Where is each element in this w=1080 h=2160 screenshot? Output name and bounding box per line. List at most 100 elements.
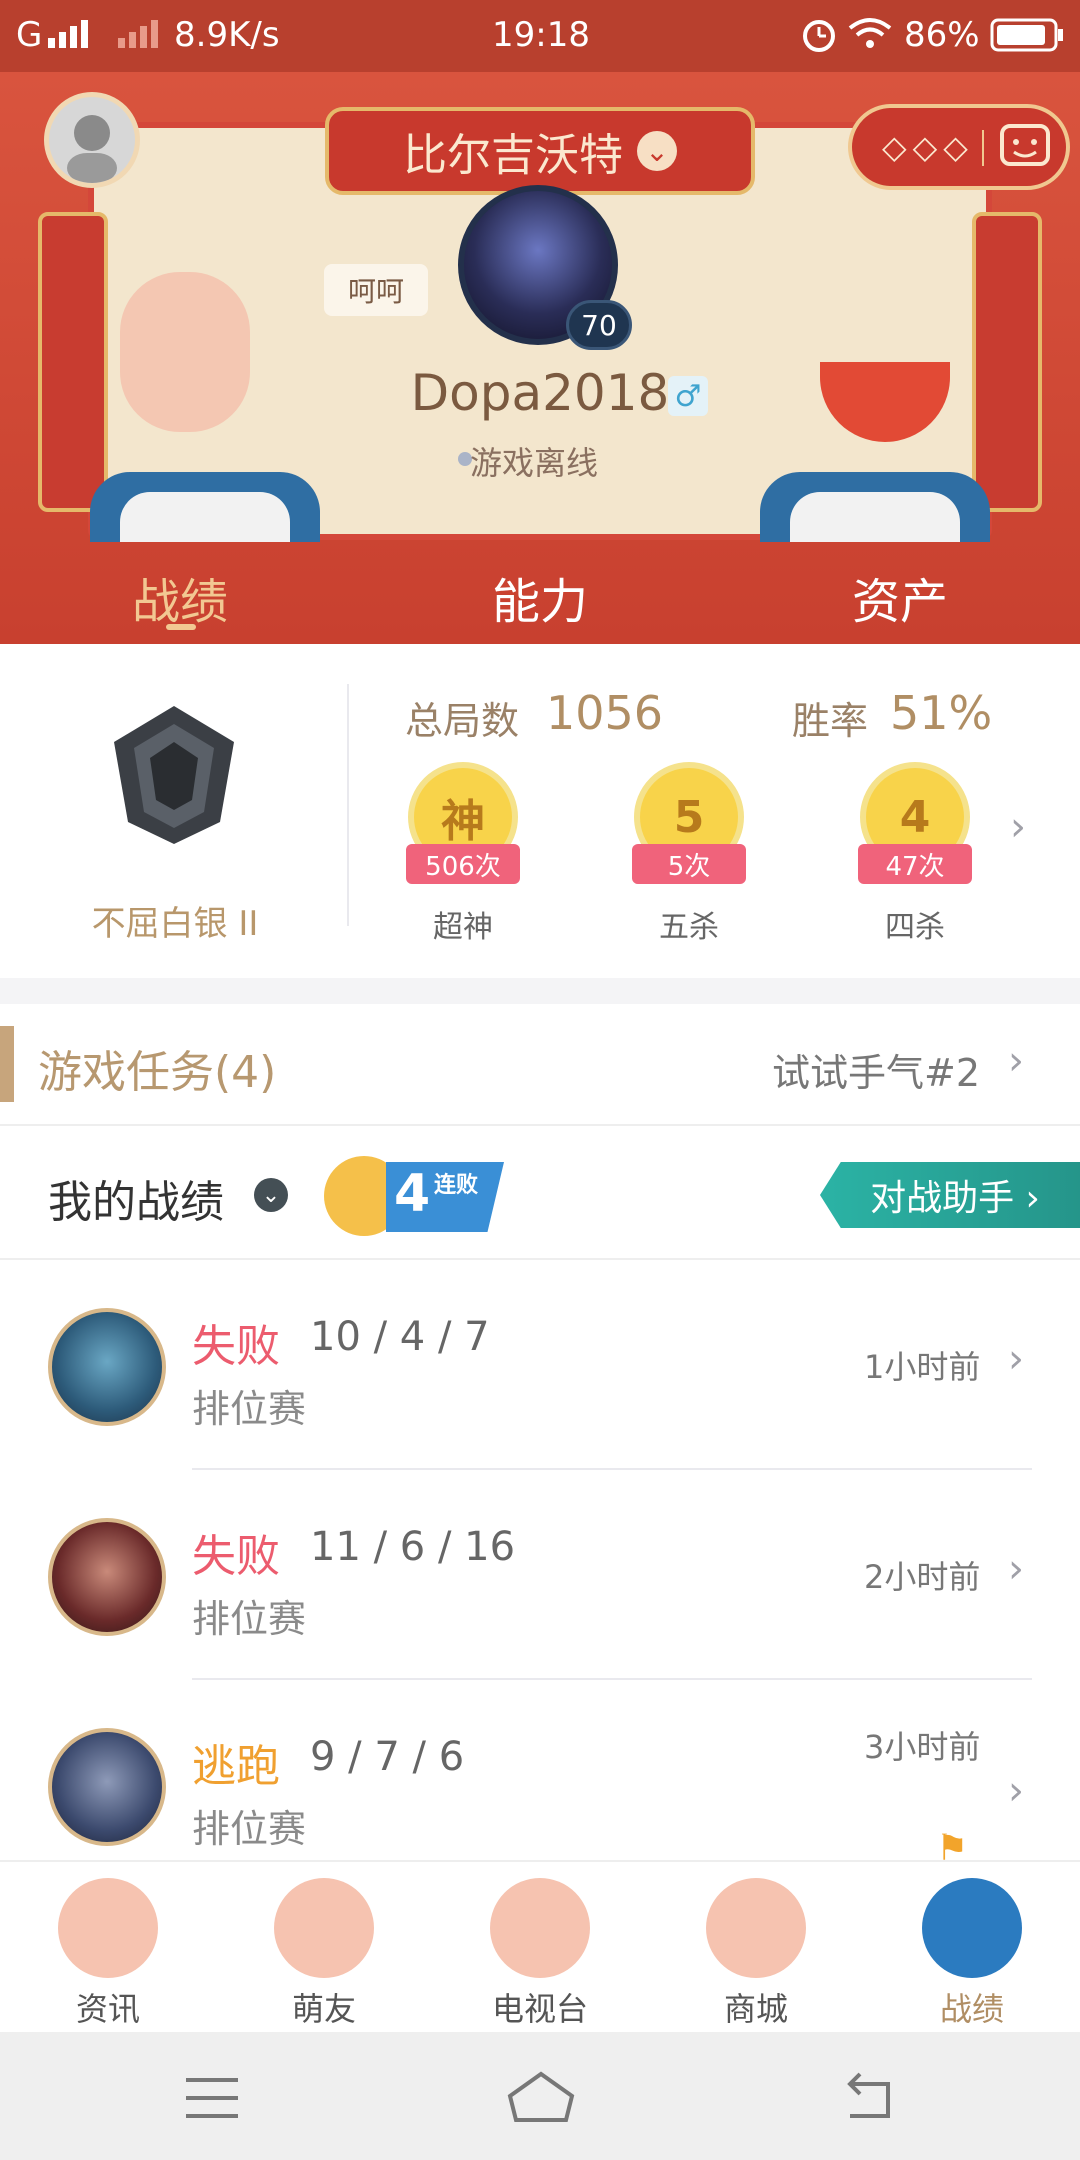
match-kda: 9 / 7 / 6 xyxy=(310,1734,465,1780)
total-games-label: 总局数 xyxy=(405,699,520,743)
back-icon[interactable] xyxy=(842,2072,896,2120)
pentakill-count: 5次 xyxy=(632,844,746,884)
game-tasks-row[interactable]: 游戏任务(4) 试试手气#2 › xyxy=(0,1004,1080,1124)
profile-header: 比尔吉沃特 ⌄ ◇◇◇ 呵呵 70 Dopa2018 ♂ 游戏离线 战绩 能力 … xyxy=(0,72,1080,644)
pig-friends-icon xyxy=(274,1878,374,1978)
achievement-godlike[interactable]: 神 506次 xyxy=(406,762,520,922)
rank-emblem-icon[interactable] xyxy=(110,702,238,848)
level-badge: 70 xyxy=(566,300,632,350)
godlike-count: 506次 xyxy=(406,844,520,884)
nav-label: 战绩 xyxy=(939,1990,1004,2028)
menu-icon[interactable] xyxy=(186,2076,238,2120)
my-stats-row: 我的战绩 ⌄ 4 连败 对战助手 › xyxy=(0,1124,1080,1260)
match-result: 失败 xyxy=(192,1321,280,1372)
nav-label: 商城 xyxy=(723,1990,788,2028)
battery-percent: 86% xyxy=(904,15,980,55)
achievement-pentakill[interactable]: 5 5次 xyxy=(632,762,746,922)
more-options-pill[interactable]: ◇◇◇ xyxy=(848,104,1070,190)
chevron-right-icon[interactable]: › xyxy=(1010,804,1026,850)
online-status: 游戏离线 xyxy=(470,444,599,482)
carrier-label: G xyxy=(16,15,43,55)
tasks-title: 游戏任务(4) xyxy=(38,1047,277,1098)
champion-avatar xyxy=(48,1728,166,1846)
username: Dopa2018 xyxy=(410,364,670,422)
match-kda: 11 / 6 / 16 xyxy=(310,1524,516,1570)
network-speed: 8.9K/s xyxy=(174,15,280,55)
tab-assets[interactable]: 资产 xyxy=(720,562,1080,644)
message-icon[interactable] xyxy=(998,120,1054,176)
chevron-down-icon[interactable]: ⌄ xyxy=(254,1178,288,1212)
match-kda: 10 / 4 / 7 xyxy=(310,1314,490,1360)
wave-decoration-left xyxy=(120,492,290,542)
nav-label: 资讯 xyxy=(75,1990,140,2028)
pig-tv-icon xyxy=(490,1878,590,1978)
active-tab-indicator xyxy=(166,624,196,630)
achievement-quadrakill[interactable]: 4 47次 xyxy=(858,762,972,922)
winrate-value: 51% xyxy=(890,686,993,740)
nickname-tag: 呵呵 xyxy=(324,264,428,316)
champion-avatar xyxy=(48,1518,166,1636)
user-avatar[interactable] xyxy=(44,92,140,188)
winrate-label: 胜率 xyxy=(792,699,869,743)
match-list: 失败 10 / 4 / 7 排位赛 1小时前 › 失败 11 / 6 / 16 … xyxy=(0,1260,1080,1869)
chevron-down-icon: ⌄ xyxy=(637,131,677,171)
match-result: 失败 xyxy=(192,1531,280,1582)
chevron-right-icon: › xyxy=(1008,1546,1024,1592)
quadrakill-count: 47次 xyxy=(858,844,972,884)
nav-item-friends[interactable]: 萌友 xyxy=(216,1862,432,2034)
rank-divider xyxy=(347,684,349,926)
system-navigation-bar xyxy=(0,2032,1080,2160)
match-row[interactable]: 失败 10 / 4 / 7 排位赛 1小时前 › xyxy=(0,1260,1080,1470)
nav-item-stats[interactable]: 战绩 xyxy=(864,1862,1080,2034)
match-time: 3小时前 xyxy=(864,1728,981,1766)
godlike-label: 超神 xyxy=(433,910,493,945)
rank-name: 不屈白银 II xyxy=(91,904,259,944)
battle-assistant-button[interactable]: 对战助手 › xyxy=(820,1162,1080,1228)
home-icon[interactable] xyxy=(506,2068,576,2124)
match-mode: 排位赛 xyxy=(192,1807,307,1851)
server-name: 比尔吉沃特 xyxy=(403,130,623,181)
pentakill-label: 五杀 xyxy=(659,910,719,945)
losing-streak-badge: 4 连败 xyxy=(324,1148,510,1240)
match-result: 逃跑 xyxy=(192,1741,280,1792)
left-pillar-decoration xyxy=(38,212,108,512)
alarm-icon xyxy=(800,14,838,63)
male-gender-icon: ♂ xyxy=(668,376,708,416)
match-mode: 排位赛 xyxy=(192,1387,307,1431)
profile-tabs: 战绩 能力 资产 xyxy=(0,562,1080,644)
wifi-icon xyxy=(848,16,892,61)
match-mode: 排位赛 xyxy=(192,1597,307,1641)
chevron-right-icon: › xyxy=(1008,1768,1024,1814)
match-row[interactable]: 逃跑 9 / 7 / 6 排位赛 3小时前 › ⚑ xyxy=(0,1680,1080,1890)
chevron-right-icon: › xyxy=(1008,1336,1024,1382)
match-row[interactable]: 失败 11 / 6 / 16 排位赛 2小时前 › xyxy=(0,1470,1080,1680)
more-dots-icon[interactable]: ◇◇◇ xyxy=(882,128,974,166)
server-selector[interactable]: 比尔吉沃特 ⌄ xyxy=(325,107,755,195)
wave-decoration-right xyxy=(790,492,960,542)
quadrakill-label: 四杀 xyxy=(885,910,945,945)
chevron-right-icon: › xyxy=(1008,1038,1024,1084)
nav-item-tv[interactable]: 电视台 xyxy=(432,1862,648,2034)
pill-divider xyxy=(982,130,984,166)
nav-item-shop[interactable]: 商城 xyxy=(648,1862,864,2034)
nav-label: 电视台 xyxy=(491,1990,588,2028)
tasks-right-text: 试试手气#2 xyxy=(772,1051,981,1095)
total-games-value: 1056 xyxy=(546,686,664,740)
match-time: 1小时前 xyxy=(864,1348,981,1386)
champion-avatar xyxy=(48,1308,166,1426)
pig-news-icon xyxy=(58,1878,158,1978)
section-accent-bar xyxy=(0,1026,14,1102)
clock: 19:18 xyxy=(492,15,590,55)
nav-label: 萌友 xyxy=(291,1990,356,2028)
bottom-navigation: 资讯 萌友 电视台 商城 战绩 xyxy=(0,1860,1080,2032)
nav-item-news[interactable]: 资讯 xyxy=(0,1862,216,2034)
tab-stats[interactable]: 战绩 xyxy=(0,562,360,644)
signal-icon-2 xyxy=(118,18,168,59)
streak-text: 连败 xyxy=(434,1173,479,1198)
signal-icon xyxy=(48,18,108,59)
match-time: 2小时前 xyxy=(864,1558,981,1596)
my-stats-title[interactable]: 我的战绩 xyxy=(48,1166,224,1230)
pig-stats-icon xyxy=(922,1878,1022,1978)
streak-number: 4 xyxy=(394,1164,431,1224)
tab-ability[interactable]: 能力 xyxy=(360,562,720,644)
